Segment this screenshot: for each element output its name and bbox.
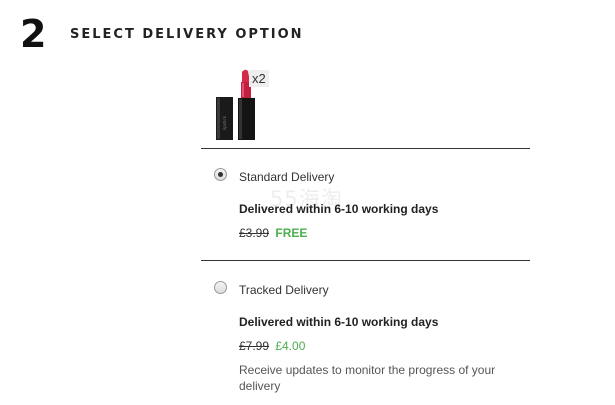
- tracked-delivery-label[interactable]: Tracked Delivery: [239, 283, 329, 297]
- quantity-badge: x2: [249, 70, 269, 87]
- standard-delivery-old-price: £3.99: [239, 226, 270, 240]
- step-number: 2: [20, 12, 47, 56]
- step-title: SELECT DELIVERY OPTION: [70, 27, 304, 42]
- standard-delivery-label[interactable]: Standard Delivery: [239, 170, 334, 184]
- tracked-delivery-radio[interactable]: [214, 281, 227, 294]
- standard-delivery-description: Delivered within 6-10 working days: [239, 202, 439, 216]
- standard-delivery-radio[interactable]: [214, 168, 227, 181]
- middle-divider: [201, 260, 530, 261]
- tracked-delivery-note: Receive updates to monitor the progress …: [239, 363, 496, 393]
- standard-delivery-price: £3.99 FREE: [239, 226, 307, 240]
- tracked-delivery-description: Delivered within 6-10 working days: [239, 315, 439, 329]
- top-divider: [201, 148, 530, 149]
- tracked-delivery-old-price: £7.99: [239, 339, 270, 353]
- svg-text:lipstick: lipstick: [222, 115, 227, 130]
- tracked-delivery-price: £7.99 £4.00: [239, 339, 305, 353]
- standard-delivery-new-price: FREE: [275, 226, 308, 240]
- tracked-delivery-new-price: £4.00: [275, 339, 306, 353]
